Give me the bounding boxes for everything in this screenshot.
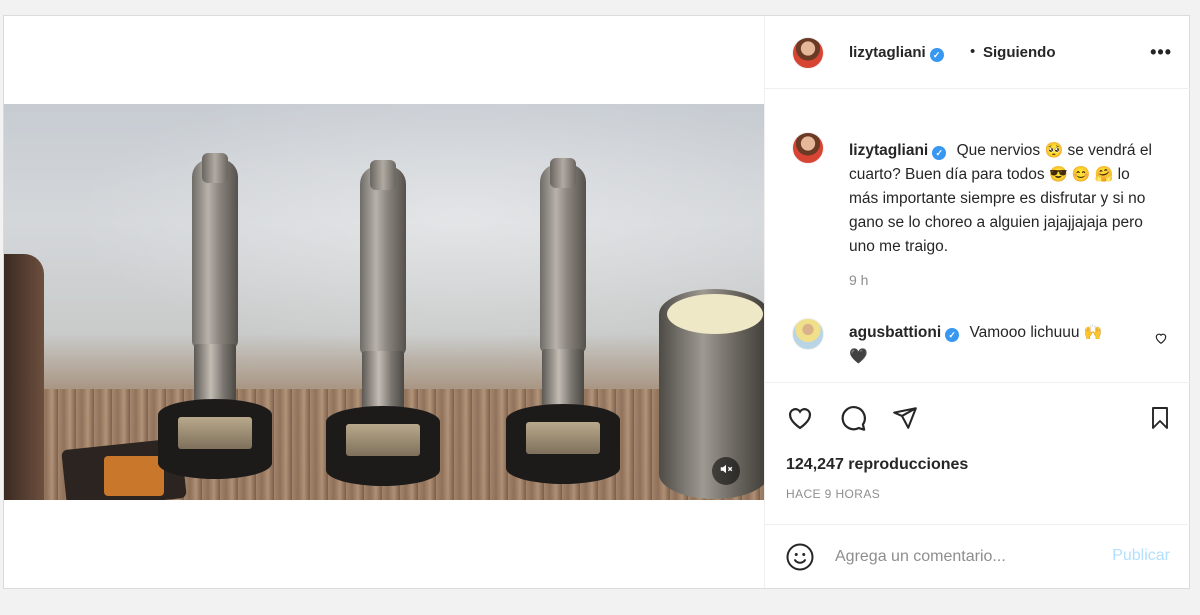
speaker-muted-icon: [719, 462, 733, 481]
trophy: [502, 158, 632, 484]
commenter-username[interactable]: agusbattioni ✓: [849, 324, 960, 342]
comment-text: Vamooo lichuuu: [969, 324, 1080, 341]
action-bar: [765, 382, 1190, 442]
caption-username[interactable]: lizytagliani ✓: [849, 142, 947, 160]
publish-button[interactable]: Publicar: [1112, 547, 1170, 565]
post-timestamp[interactable]: HACE 9 HORAS: [786, 487, 880, 501]
comment-input[interactable]: [835, 543, 1090, 571]
commenter-username-text[interactable]: agusbattioni: [849, 324, 941, 341]
comment-icon[interactable]: [838, 403, 868, 433]
post-header: lizytagliani ✓ • Siguiendo •••: [765, 16, 1190, 89]
caption-time[interactable]: 9 h: [849, 272, 868, 288]
post-media: [4, 16, 764, 588]
following-button[interactable]: Siguiendo: [983, 44, 1056, 61]
view-count[interactable]: 124,247 reproducciones: [786, 456, 968, 474]
verified-badge-icon: ✓: [932, 146, 947, 160]
black-heart-emoji: 🖤: [849, 348, 868, 365]
verified-badge-icon: ✓: [945, 328, 960, 342]
pleading-face-emoji: 🥺: [1044, 142, 1064, 159]
emoji-icon[interactable]: [785, 542, 815, 572]
mute-button[interactable]: [712, 457, 740, 485]
more-options-icon[interactable]: •••: [1150, 42, 1172, 63]
post-video[interactable]: [4, 104, 764, 500]
candle-wax: [667, 294, 763, 334]
raising-hands-emoji: 🙌: [1083, 324, 1103, 341]
trophy: [154, 153, 284, 479]
heart-icon[interactable]: [785, 403, 815, 433]
caption-emojis: 😎 😊 🤗: [1048, 166, 1114, 183]
caption-avatar[interactable]: [792, 132, 824, 164]
author-avatar[interactable]: [792, 37, 824, 69]
commenter-avatar[interactable]: [792, 318, 824, 350]
caption-body: lizytagliani ✓ Que nervios 🥺 se vendrá el…: [849, 139, 1159, 259]
author-username[interactable]: lizytagliani ✓: [849, 44, 944, 62]
comment-like-icon[interactable]: [1154, 331, 1168, 348]
paper-plane-icon[interactable]: [890, 403, 920, 433]
trophy: [322, 160, 452, 486]
verified-badge-icon: ✓: [929, 48, 944, 62]
author-username-text[interactable]: lizytagliani: [849, 44, 926, 61]
instagram-post: lizytagliani ✓ • Siguiendo ••• lizytaglia…: [3, 15, 1190, 589]
separator-dot: •: [970, 43, 976, 60]
comment-body: agusbattioni ✓ Vamooo lichuuu 🙌 🖤: [849, 321, 1159, 369]
add-comment-bar: Publicar: [765, 524, 1190, 588]
caption-username-text[interactable]: lizytagliani: [849, 142, 928, 159]
decor-object: [4, 254, 44, 500]
bookmark-icon[interactable]: [1145, 403, 1175, 433]
caption-text-1: Que nervios: [956, 142, 1041, 159]
post-sidebar: lizytagliani ✓ • Siguiendo ••• lizytaglia…: [764, 16, 1190, 588]
comments-list[interactable]: lizytagliani ✓ Que nervios 🥺 se vendrá el…: [765, 90, 1190, 382]
